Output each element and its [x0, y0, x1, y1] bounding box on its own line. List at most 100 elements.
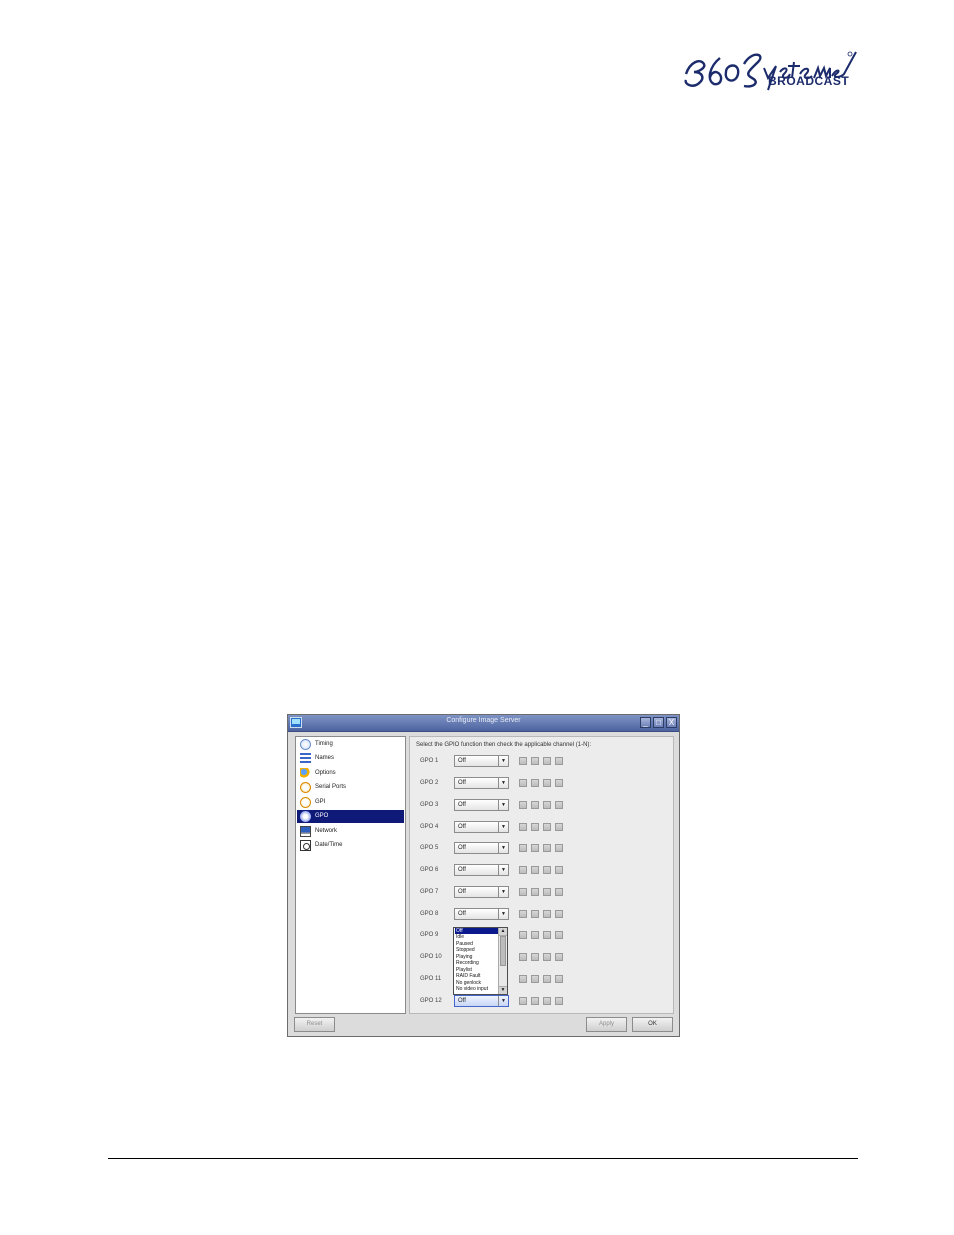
channel-checkbox[interactable]: [519, 888, 527, 896]
channel-checkbox[interactable]: [531, 975, 539, 983]
channel-checkbox[interactable]: [543, 953, 551, 961]
scroll-up-icon[interactable]: ▲: [499, 928, 507, 936]
chevron-down-icon[interactable]: ▼: [498, 778, 508, 788]
nav-item-label: Serial Ports: [315, 784, 347, 790]
chevron-down-icon[interactable]: ▼: [498, 909, 508, 919]
nav-item-timing[interactable]: Timing: [297, 738, 404, 751]
channel-checkbox[interactable]: [531, 888, 539, 896]
channel-checkbox[interactable]: [555, 931, 563, 939]
gpo-function-select[interactable]: Off ▼: [454, 908, 509, 920]
gpo-row: GPO 8 Off ▼: [410, 908, 673, 922]
gpo-function-select[interactable]: Off ▼: [454, 995, 509, 1007]
nav-item-date-time[interactable]: Date/Time: [297, 839, 404, 852]
channel-checkbox[interactable]: [555, 953, 563, 961]
channel-checkbox[interactable]: [555, 844, 563, 852]
nav-item-names[interactable]: Names: [297, 752, 404, 765]
channel-checkbox[interactable]: [543, 801, 551, 809]
channel-checkbox[interactable]: [519, 757, 527, 765]
dropdown-option[interactable]: Recording: [455, 960, 500, 966]
gpo-function-select[interactable]: Off ▼: [454, 842, 509, 854]
gpo-function-select[interactable]: Off ▼: [454, 821, 509, 833]
chevron-down-icon[interactable]: ▼: [498, 756, 508, 766]
gpo-row: GPO 12 Off ▼: [410, 995, 673, 1009]
dropdown-option[interactable]: No video input: [455, 986, 500, 992]
channel-checkbox[interactable]: [543, 975, 551, 983]
channel-checkbox[interactable]: [543, 779, 551, 787]
channel-checkbox[interactable]: [555, 888, 563, 896]
gpo-label: GPO 12: [420, 998, 442, 1004]
ok-button[interactable]: OK: [632, 1017, 673, 1032]
channel-checkbox[interactable]: [543, 931, 551, 939]
gpo-function-select[interactable]: Off ▼: [454, 777, 509, 789]
channel-checkbox[interactable]: [531, 866, 539, 874]
gpo-label: GPO 3: [420, 802, 439, 808]
channel-checkbox[interactable]: [555, 975, 563, 983]
channel-checkbox[interactable]: [543, 997, 551, 1005]
channel-checkbox[interactable]: [555, 997, 563, 1005]
channel-checkbox[interactable]: [555, 866, 563, 874]
chevron-down-icon[interactable]: ▼: [498, 865, 508, 875]
channel-checkbox[interactable]: [555, 757, 563, 765]
channel-checkbox[interactable]: [519, 975, 527, 983]
gpo-function-select[interactable]: Off ▼: [454, 864, 509, 876]
chevron-down-icon[interactable]: ▼: [498, 887, 508, 897]
channel-checkbox[interactable]: [555, 910, 563, 918]
title-bar[interactable]: Configure Image Server _ □ X: [288, 715, 679, 732]
gpo-function-select[interactable]: Off ▼: [454, 886, 509, 898]
channel-checkbox[interactable]: [531, 779, 539, 787]
channel-checkbox[interactable]: [555, 779, 563, 787]
nav-item-label: Options: [315, 770, 336, 776]
channel-checkbox[interactable]: [543, 888, 551, 896]
gpo-function-select[interactable]: Off ▼: [454, 755, 509, 767]
channel-checkbox[interactable]: [543, 823, 551, 831]
channel-checkbox[interactable]: [543, 844, 551, 852]
chevron-down-icon[interactable]: ▼: [498, 822, 508, 832]
channel-checkbox[interactable]: [531, 757, 539, 765]
gpo-label: GPO 5: [420, 845, 439, 851]
channel-checkbox[interactable]: [519, 953, 527, 961]
channel-checkbox[interactable]: [531, 844, 539, 852]
channel-checkbox[interactable]: [531, 997, 539, 1005]
channel-checkbox[interactable]: [531, 931, 539, 939]
chevron-down-icon[interactable]: ▼: [498, 843, 508, 853]
gpo-function-dropdown[interactable]: Off Idle Paused Stopped Playing Recordin…: [453, 927, 508, 995]
scroll-down-icon[interactable]: ▼: [499, 986, 507, 994]
nav-item-serial-ports[interactable]: Serial Ports: [297, 781, 404, 794]
channel-checkbox[interactable]: [519, 801, 527, 809]
channel-checkbox[interactable]: [519, 931, 527, 939]
nav-item-gpo[interactable]: GPO: [297, 810, 404, 823]
channel-checkbox[interactable]: [543, 757, 551, 765]
nav-item-network[interactable]: Network: [297, 825, 404, 838]
gpo-function-select[interactable]: Off ▼: [454, 799, 509, 811]
channel-checkbox[interactable]: [519, 866, 527, 874]
dropdown-option[interactable]: Idle: [455, 934, 500, 940]
dropdown-option[interactable]: RAID Fault: [455, 973, 500, 979]
nav-item-gpi[interactable]: GPI: [297, 796, 404, 809]
dropdown-scrollbar[interactable]: ▲ ▼: [498, 928, 507, 994]
channel-checkbox[interactable]: [519, 844, 527, 852]
apply-button[interactable]: Apply: [586, 1017, 627, 1032]
channel-checkbox[interactable]: [519, 997, 527, 1005]
channel-checkbox[interactable]: [531, 910, 539, 918]
chevron-down-icon[interactable]: ▼: [498, 996, 508, 1006]
channel-checkbox[interactable]: [519, 823, 527, 831]
channel-checkbox[interactable]: [555, 823, 563, 831]
channel-checkbox[interactable]: [531, 801, 539, 809]
maximize-button[interactable]: □: [653, 717, 664, 728]
chevron-down-icon[interactable]: ▼: [498, 800, 508, 810]
calendar-clock-icon: [300, 840, 311, 851]
channel-checkbox[interactable]: [543, 866, 551, 874]
gpo-row: GPO 10: [410, 951, 673, 965]
channel-checkbox[interactable]: [543, 910, 551, 918]
channel-checkbox[interactable]: [519, 910, 527, 918]
close-button[interactable]: X: [666, 717, 677, 728]
reset-button[interactable]: Reset: [294, 1017, 335, 1032]
channel-checkbox[interactable]: [531, 953, 539, 961]
channel-checkbox[interactable]: [519, 779, 527, 787]
dropdown-option[interactable]: Stopped: [455, 947, 500, 953]
minimize-button[interactable]: _: [640, 717, 651, 728]
scrollbar-thumb[interactable]: [500, 936, 506, 966]
channel-checkbox[interactable]: [555, 801, 563, 809]
channel-checkbox[interactable]: [531, 823, 539, 831]
nav-item-options[interactable]: Options: [297, 767, 404, 780]
